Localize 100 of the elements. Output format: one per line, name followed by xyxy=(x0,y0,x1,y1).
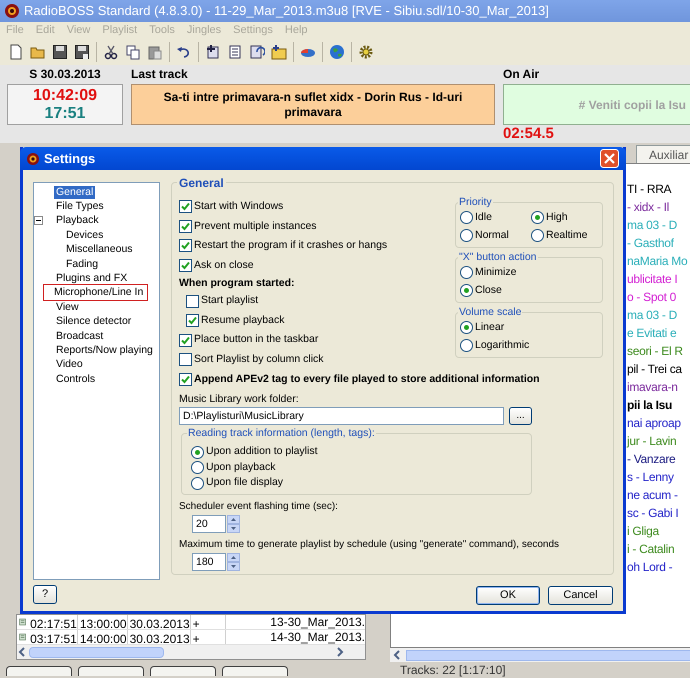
close-icon[interactable] xyxy=(600,149,619,168)
radio-button[interactable] xyxy=(460,321,473,334)
button[interactable] xyxy=(222,666,288,676)
radio-button[interactable] xyxy=(531,229,544,242)
checkbox[interactable] xyxy=(179,259,192,272)
radio-label: Linear xyxy=(475,320,504,335)
list-add-icon[interactable] xyxy=(205,44,221,60)
button[interactable] xyxy=(150,666,216,676)
horizontal-scrollbar[interactable] xyxy=(17,645,365,659)
cancel-button[interactable]: Cancel xyxy=(548,586,613,605)
paste-icon[interactable] xyxy=(147,44,163,60)
table-cell: 03:17:51 xyxy=(30,632,77,646)
tree-item[interactable]: Devices xyxy=(64,228,106,242)
checkbox[interactable] xyxy=(179,220,192,233)
radio-button[interactable] xyxy=(460,229,473,242)
radio-button[interactable] xyxy=(460,284,473,297)
track-title: e Evitati e xyxy=(627,325,678,342)
collapse-toggle[interactable] xyxy=(34,216,43,226)
list-icon[interactable] xyxy=(227,44,243,60)
app-logo-icon xyxy=(4,3,20,19)
copy-icon[interactable] xyxy=(125,44,141,60)
radio-label: Minimize xyxy=(475,264,516,280)
track-title: TI - RRA xyxy=(627,181,672,198)
app-logo-icon xyxy=(26,152,40,166)
number-field[interactable]: 180 xyxy=(192,552,226,571)
checkbox[interactable] xyxy=(179,200,192,214)
spin-buttons-icon[interactable] xyxy=(227,514,240,533)
radio-label: Idle xyxy=(475,210,492,225)
help-button[interactable]: ? xyxy=(33,585,57,604)
tree-item[interactable]: View xyxy=(54,300,81,314)
list-refresh-icon[interactable] xyxy=(249,44,265,60)
table-cell: 30.03.2013 xyxy=(130,632,190,646)
radio-label: Logarithmic xyxy=(475,338,530,353)
field-label: Scheduler event flashing time (sec): xyxy=(179,500,339,513)
table-cell: 14-30_Mar_2013. xyxy=(270,630,365,644)
save-icon[interactable] xyxy=(74,44,90,60)
button[interactable] xyxy=(78,666,144,676)
tree-item[interactable]: Broadcast xyxy=(54,330,106,343)
checkbox[interactable] xyxy=(179,334,192,347)
checkbox[interactable] xyxy=(179,353,192,366)
radio-label: Upon addition to playlist xyxy=(206,444,318,460)
tree-item[interactable]: Plugins and FX xyxy=(54,272,130,286)
group-title: Priority xyxy=(458,196,493,208)
radio-button[interactable] xyxy=(191,446,204,459)
ok-button[interactable]: OK xyxy=(476,586,540,605)
horizontal-scrollbar[interactable] xyxy=(390,648,690,662)
tree-item[interactable]: Video xyxy=(54,358,85,372)
tree-item[interactable]: Microphone/Line In xyxy=(44,285,148,300)
checkbox-label: Place button in the taskbar xyxy=(194,332,318,348)
tree-item[interactable]: Fading xyxy=(64,258,100,271)
radio-button[interactable] xyxy=(531,211,544,224)
number-field[interactable]: 20 xyxy=(192,514,226,533)
radio-button[interactable] xyxy=(460,266,473,279)
radio-button[interactable] xyxy=(460,339,473,352)
checkbox[interactable] xyxy=(179,239,192,252)
last-track-label: Last track xyxy=(131,67,189,82)
window-title: RadioBOSS Standard (4.8.3.0) - 11-29_Mar_2013.m3u8 [RVE - Sibiu.sdl/10-30_Mar_2013] xyxy=(24,2,549,20)
spin-buttons-icon[interactable] xyxy=(227,552,240,571)
tree-item[interactable]: Reports/Now playing xyxy=(54,344,155,357)
radio-button[interactable] xyxy=(460,211,473,224)
elapsed-time: 02:54.5 xyxy=(503,125,554,142)
table-cell: 30.03.2013 xyxy=(130,617,190,631)
track-title: ma 03 - D xyxy=(627,307,678,324)
tree-item[interactable]: General xyxy=(54,186,96,199)
track-title: oh Lord - xyxy=(627,559,674,576)
scroll-left-icon xyxy=(392,649,402,661)
group-title: "X" button action xyxy=(458,251,538,263)
checkbox-label: Ask on close xyxy=(194,258,254,273)
tree-item[interactable]: Playback xyxy=(54,214,101,228)
cut-icon[interactable] xyxy=(103,44,119,60)
table-cell: + xyxy=(192,632,200,646)
button[interactable] xyxy=(6,666,72,676)
tab[interactable]: Auxiliar xyxy=(636,145,690,163)
globe-icon[interactable] xyxy=(329,44,345,60)
track-title: ne acum - xyxy=(627,487,679,504)
gear-icon[interactable] xyxy=(358,44,374,60)
browse-button[interactable]: ... xyxy=(509,407,532,426)
group-title: Reading track information (length, tags): xyxy=(187,427,376,440)
checkbox[interactable] xyxy=(186,314,199,328)
tree-item[interactable]: Silence detector xyxy=(54,315,134,328)
radio-label: Upon file display xyxy=(206,475,284,490)
track-title: pil - Trei ca xyxy=(627,361,683,378)
radio-label: Upon playback xyxy=(206,460,276,475)
new-document-icon[interactable] xyxy=(8,44,24,60)
radio-button[interactable] xyxy=(191,476,204,490)
tree-item[interactable]: Miscellaneous xyxy=(64,243,135,256)
tree-item[interactable]: File Types xyxy=(54,200,106,214)
radio-button[interactable] xyxy=(191,461,204,474)
radio-label: High xyxy=(546,210,568,225)
track-title: imavara-n xyxy=(627,379,679,396)
tree-item[interactable]: Controls xyxy=(54,372,98,386)
checkbox-label: Sort Playlist by column click xyxy=(194,352,324,368)
undo-icon[interactable] xyxy=(176,44,192,60)
table-cell: 13-30_Mar_2013. xyxy=(270,615,365,629)
folder-add-icon[interactable] xyxy=(271,44,287,60)
folder-path-field[interactable]: D:\Playlisturi\MusicLibrary xyxy=(179,407,504,426)
track-title: naMaria Mo xyxy=(627,253,688,270)
save-icon[interactable] xyxy=(52,44,68,60)
checkbox[interactable] xyxy=(186,294,199,308)
checkbox[interactable] xyxy=(179,373,192,386)
